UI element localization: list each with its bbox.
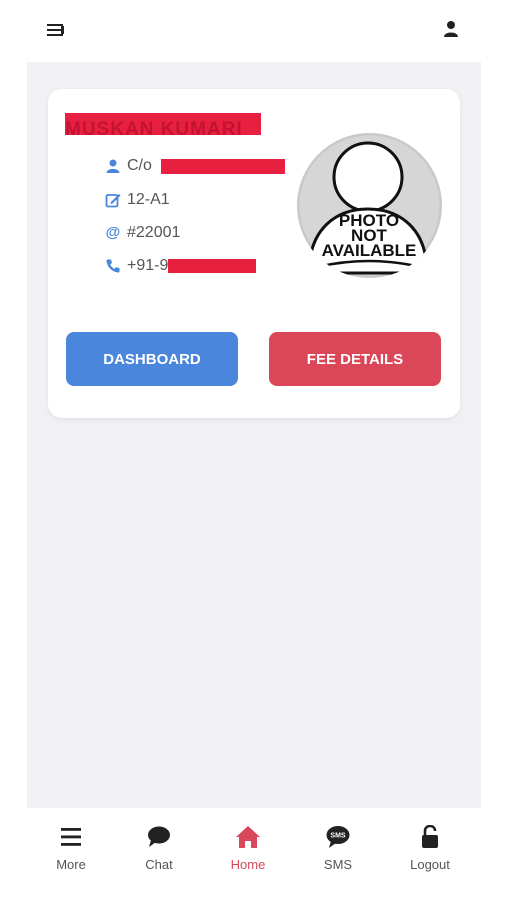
nav-home-label: Home [230, 857, 266, 872]
student-name-redacted: MUSKAN KUMARI [65, 113, 261, 135]
chat-bubble-icon [148, 826, 170, 847]
nav-sms[interactable]: SMS SMS [303, 808, 373, 886]
nav-logout[interactable]: Logout [395, 808, 465, 886]
nav-logout-label: Logout [410, 857, 450, 872]
home-icon [236, 826, 260, 848]
phone-row: +91-9 [105, 255, 257, 277]
phone-number-redacted [168, 259, 257, 273]
guardian-prefix: C/o [127, 157, 152, 174]
svg-text:SMS: SMS [330, 833, 346, 840]
student-photo-placeholder: PHOTO NOT AVAILABLE [297, 133, 442, 278]
student-card: MUSKAN KUMARI C/o 12-A1 @ #22001 +91-9 P… [48, 89, 460, 418]
nav-chat[interactable]: Chat [124, 808, 194, 886]
at-icon: @ [105, 224, 121, 241]
app-frame: MUSKAN KUMARI C/o 12-A1 @ #22001 +91-9 P… [27, 0, 481, 886]
nav-more-label: More [56, 857, 86, 872]
hamburger-icon[interactable] [47, 22, 65, 38]
guardian-row: C/o [105, 155, 285, 177]
phone-icon [106, 259, 120, 273]
person-icon [106, 159, 120, 173]
sms-icon: SMS [326, 826, 350, 848]
photo-text-line3: AVAILABLE [322, 241, 417, 260]
admission-row: @ #22001 [105, 222, 181, 244]
bottom-navigation: More Chat Home SMS SMS Logout [27, 808, 481, 886]
top-app-bar [27, 0, 481, 62]
edit-icon [105, 194, 121, 208]
class-row: 12-A1 [105, 189, 170, 211]
nav-home[interactable]: Home [213, 808, 283, 886]
nav-sms-label: SMS [323, 857, 353, 872]
admission-number: #22001 [127, 224, 181, 241]
class-section: 12-A1 [127, 191, 170, 208]
unlock-icon [422, 825, 438, 848]
student-name: MUSKAN KUMARI [65, 119, 243, 135]
phone-prefix: +91-9 [127, 257, 169, 274]
fee-details-button[interactable]: FEE DETAILS [269, 332, 441, 386]
menu-icon [61, 828, 81, 846]
guardian-name-redacted [160, 158, 285, 174]
dashboard-button[interactable]: DASHBOARD [66, 332, 238, 386]
nav-more[interactable]: More [36, 808, 106, 886]
nav-chat-label: Chat [145, 857, 173, 872]
user-icon[interactable] [443, 20, 459, 38]
photo-not-available-image: PHOTO NOT AVAILABLE [297, 133, 442, 278]
